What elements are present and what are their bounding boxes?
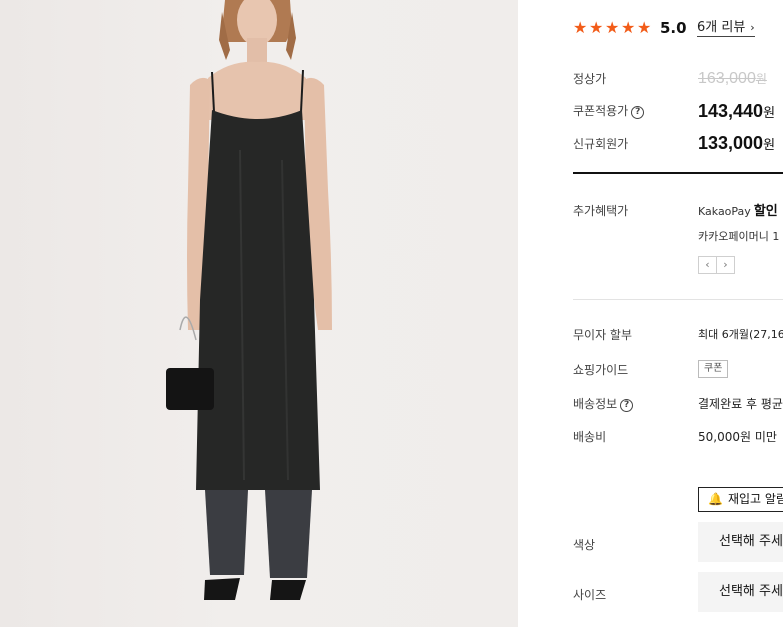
shipping-info-value: 결제완료 후 평균 — [698, 397, 783, 411]
help-icon[interactable]: ? — [631, 106, 645, 119]
color-label: 색상 — [573, 538, 596, 552]
installment-value: 최대 6개월(27,16 — [698, 328, 783, 341]
size-label: 사이즈 — [573, 588, 607, 602]
star-rating: ★ ★ ★ ★ ★ — [573, 19, 653, 37]
regular-price-unit: 원 — [755, 72, 767, 86]
benefit-pager: ‹ › — [698, 256, 735, 274]
chevron-left-icon[interactable]: ‹ — [698, 256, 717, 274]
kakaopay-discount: 할인 — [753, 204, 778, 219]
member-price-unit: 원 — [763, 137, 776, 152]
coupon-price-unit: 원 — [763, 105, 776, 120]
kakaopay-description: 카카오페이머니 1 — [698, 230, 780, 243]
restock-alert-label: 재입고 알림 — [727, 492, 783, 506]
product-info-panel: ★ ★ ★ ★ ★ 5.0 6개 리뷰 › 정상가 163,000원 쿠폰적용가?… — [573, 0, 783, 627]
regular-price-value: 163,000 — [698, 70, 756, 87]
chevron-right-icon: › — [750, 21, 755, 34]
chevron-right-icon[interactable]: › — [716, 256, 735, 274]
star-icon: ★ — [621, 18, 636, 37]
star-icon: ★ — [637, 18, 652, 37]
shipping-info-label: 배송정보? — [573, 395, 634, 412]
rating-score: 5.0 — [660, 19, 687, 37]
help-icon[interactable]: ? — [620, 399, 634, 412]
regular-price: 163,000원 — [698, 70, 767, 88]
kakaopay-brand: KakaoPay — [698, 205, 751, 218]
benefit-label: 추가혜택가 — [573, 204, 629, 218]
size-select[interactable]: 선택해 주세 — [698, 572, 783, 612]
product-photo-illustration — [166, 0, 332, 600]
review-count-link[interactable]: 6개 리뷰 › — [697, 19, 755, 37]
benefit-divider — [573, 299, 783, 300]
member-price-value: 133,000 — [698, 133, 764, 153]
star-icon: ★ — [605, 18, 620, 37]
member-price-label: 신규회원가 — [573, 137, 629, 151]
restock-alert-button[interactable]: 🔔 재입고 알림 — [698, 487, 783, 512]
coupon-price-value: 143,440 — [698, 101, 764, 121]
regular-price-label: 정상가 — [573, 72, 607, 86]
shipping-fee-value: 50,000원 미만 — [698, 430, 777, 444]
coupon-price-label: 쿠폰적용가? — [573, 102, 645, 119]
coupon-price: 143,440원 — [698, 101, 775, 122]
coupon-price-label-text: 쿠폰적용가 — [573, 104, 629, 118]
shipping-fee-label: 배송비 — [573, 430, 607, 444]
star-icon: ★ — [589, 18, 604, 37]
review-count-label: 6개 리뷰 — [697, 20, 746, 35]
product-image[interactable] — [0, 0, 518, 627]
color-select[interactable]: 선택해 주세 — [698, 522, 783, 562]
star-icon: ★ — [573, 18, 588, 37]
rating-summary: ★ ★ ★ ★ ★ 5.0 — [573, 19, 687, 38]
shopping-guide-value: 쿠폰 — [698, 360, 729, 378]
installment-label: 무이자 할부 — [573, 328, 633, 342]
member-price: 133,000원 — [698, 133, 775, 154]
kakaopay-benefit: KakaoPay 할인 — [698, 200, 778, 219]
shipping-info-label-text: 배송정보 — [573, 397, 618, 411]
price-divider — [573, 172, 783, 174]
shopping-guide-label: 쇼핑가이드 — [573, 363, 629, 377]
bell-icon: 🔔 — [708, 492, 723, 506]
coupon-tag-button[interactable]: 쿠폰 — [698, 360, 729, 378]
